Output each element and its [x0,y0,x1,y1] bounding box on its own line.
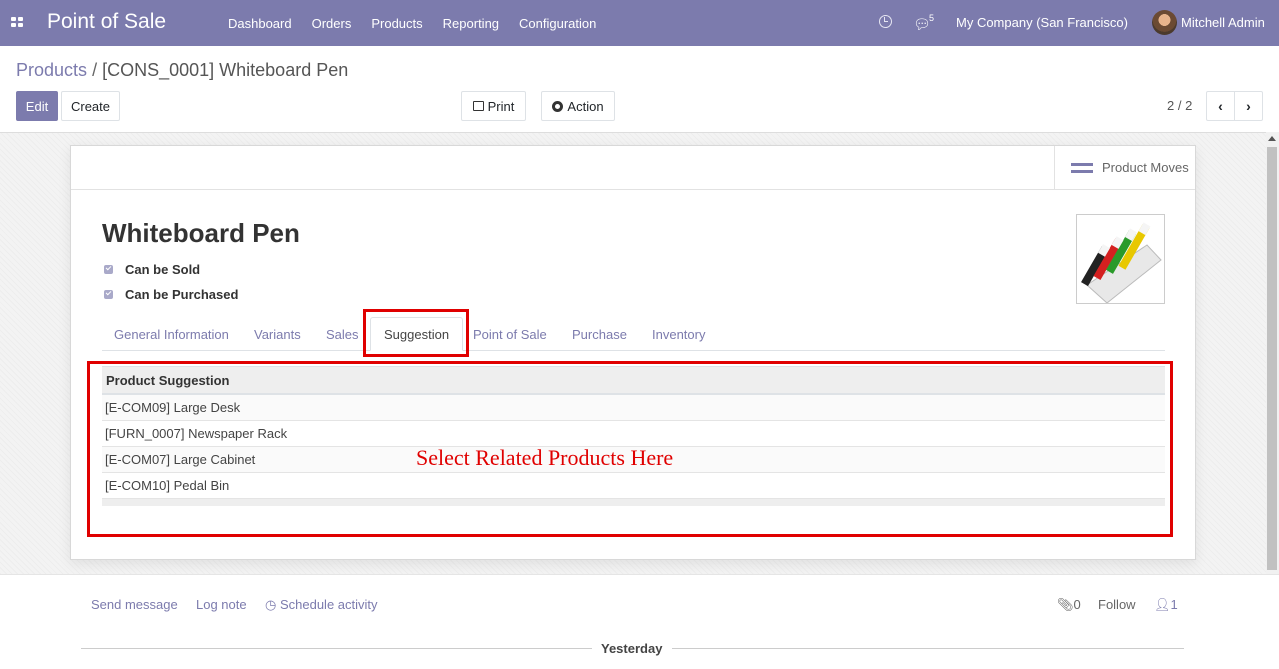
tab-sales[interactable]: Sales [326,317,359,351]
top-navbar: Point of Sale Dashboard Orders Products … [0,0,1279,46]
product-moves-button[interactable]: Product Moves [1054,146,1195,189]
can-be-purchased-label: Can be Purchased [125,287,239,302]
messages-badge: 5 [929,13,935,23]
apps-menu-icon[interactable] [11,17,23,29]
date-separator: Yesterday [601,641,663,656]
menu-products[interactable]: Products [361,16,432,31]
company-switcher[interactable]: My Company (San Francisco) [956,15,1128,30]
followers-button[interactable]: 👤︎1 [1154,597,1178,613]
user-menu[interactable]: Mitchell Admin [1181,15,1265,30]
tab-purchase[interactable]: Purchase [572,317,627,351]
tab-inventory[interactable]: Inventory [652,317,705,351]
date-separator-line-right [672,648,1184,649]
breadcrumb-separator: / [92,60,98,80]
chatter: Send message Log note ◷ Schedule activit… [0,574,1279,669]
followers-count: 1 [1170,597,1178,612]
user-icon: 👤︎ [1154,597,1171,612]
can-be-sold-label: Can be Sold [125,262,201,277]
pager-previous-button[interactable]: ‹ [1206,91,1235,121]
breadcrumb: Products / [CONS_0001] Whiteboard Pen [16,60,348,81]
activity-clock-icon[interactable] [879,15,892,28]
action-button[interactable]: Action [541,91,615,121]
scroll-up-arrow-icon[interactable] [1268,136,1276,141]
pager-next-button[interactable]: › [1234,91,1263,121]
can-be-sold-row: Can be Sold [104,262,200,277]
clock-icon: ◷ [265,597,277,612]
date-separator-line-left [81,648,592,649]
follow-button[interactable]: Follow [1098,597,1136,612]
menu-reporting[interactable]: Reporting [433,16,509,31]
chevron-right-icon: › [1246,98,1251,114]
edit-button[interactable]: Edit [16,91,58,121]
scrollbar-thumb[interactable] [1267,147,1277,570]
gear-icon [552,100,564,112]
attachments-count: 0 [1073,597,1081,612]
product-image[interactable] [1076,214,1165,304]
can-be-purchased-checkbox[interactable] [104,290,113,299]
tab-general-information[interactable]: General Information [114,317,229,351]
action-label: Action [567,98,604,114]
chevron-left-icon: ‹ [1218,98,1223,114]
send-message-button[interactable]: Send message [91,597,178,612]
tab-variants[interactable]: Variants [254,317,301,351]
schedule-activity-label: Schedule activity [279,597,378,612]
notebook-tabs: General Information Variants Sales Sugge… [102,317,1165,351]
tab-point-of-sale[interactable]: Point of Sale [473,317,547,351]
can-be-purchased-row: Can be Purchased [104,287,238,302]
schedule-activity-button[interactable]: ◷ Schedule activity [265,597,378,613]
exchange-icon [1071,160,1093,176]
whiteboard-pen-image [1081,222,1162,303]
button-box: Product Moves [71,146,1195,190]
main-menu: Dashboard Orders Products Reporting Conf… [218,0,606,46]
print-button[interactable]: Print [461,91,526,121]
menu-orders[interactable]: Orders [302,16,362,31]
can-be-sold-checkbox[interactable] [104,265,113,274]
create-button[interactable]: Create [61,91,120,121]
printer-icon [472,101,484,111]
user-avatar[interactable] [1152,10,1177,35]
product-moves-label: Product Moves [1102,160,1189,175]
product-name: Whiteboard Pen [102,218,300,248]
annotation-text: Select Related Products Here [416,445,674,470]
suggestion-tab-highlight [363,309,469,357]
attachments-button[interactable]: 📎︎0 [1057,597,1081,613]
menu-dashboard[interactable]: Dashboard [218,16,302,31]
breadcrumb-products[interactable]: Products [16,60,87,80]
breadcrumb-current: [CONS_0001] Whiteboard Pen [102,60,349,80]
menu-configuration[interactable]: Configuration [509,16,606,31]
app-title[interactable]: Point of Sale [47,10,166,34]
log-note-button[interactable]: Log note [196,597,247,612]
paperclip-icon: 📎︎ [1057,597,1074,612]
print-label: Print [487,98,515,114]
pager-value[interactable]: 2 / 2 [1167,98,1192,113]
